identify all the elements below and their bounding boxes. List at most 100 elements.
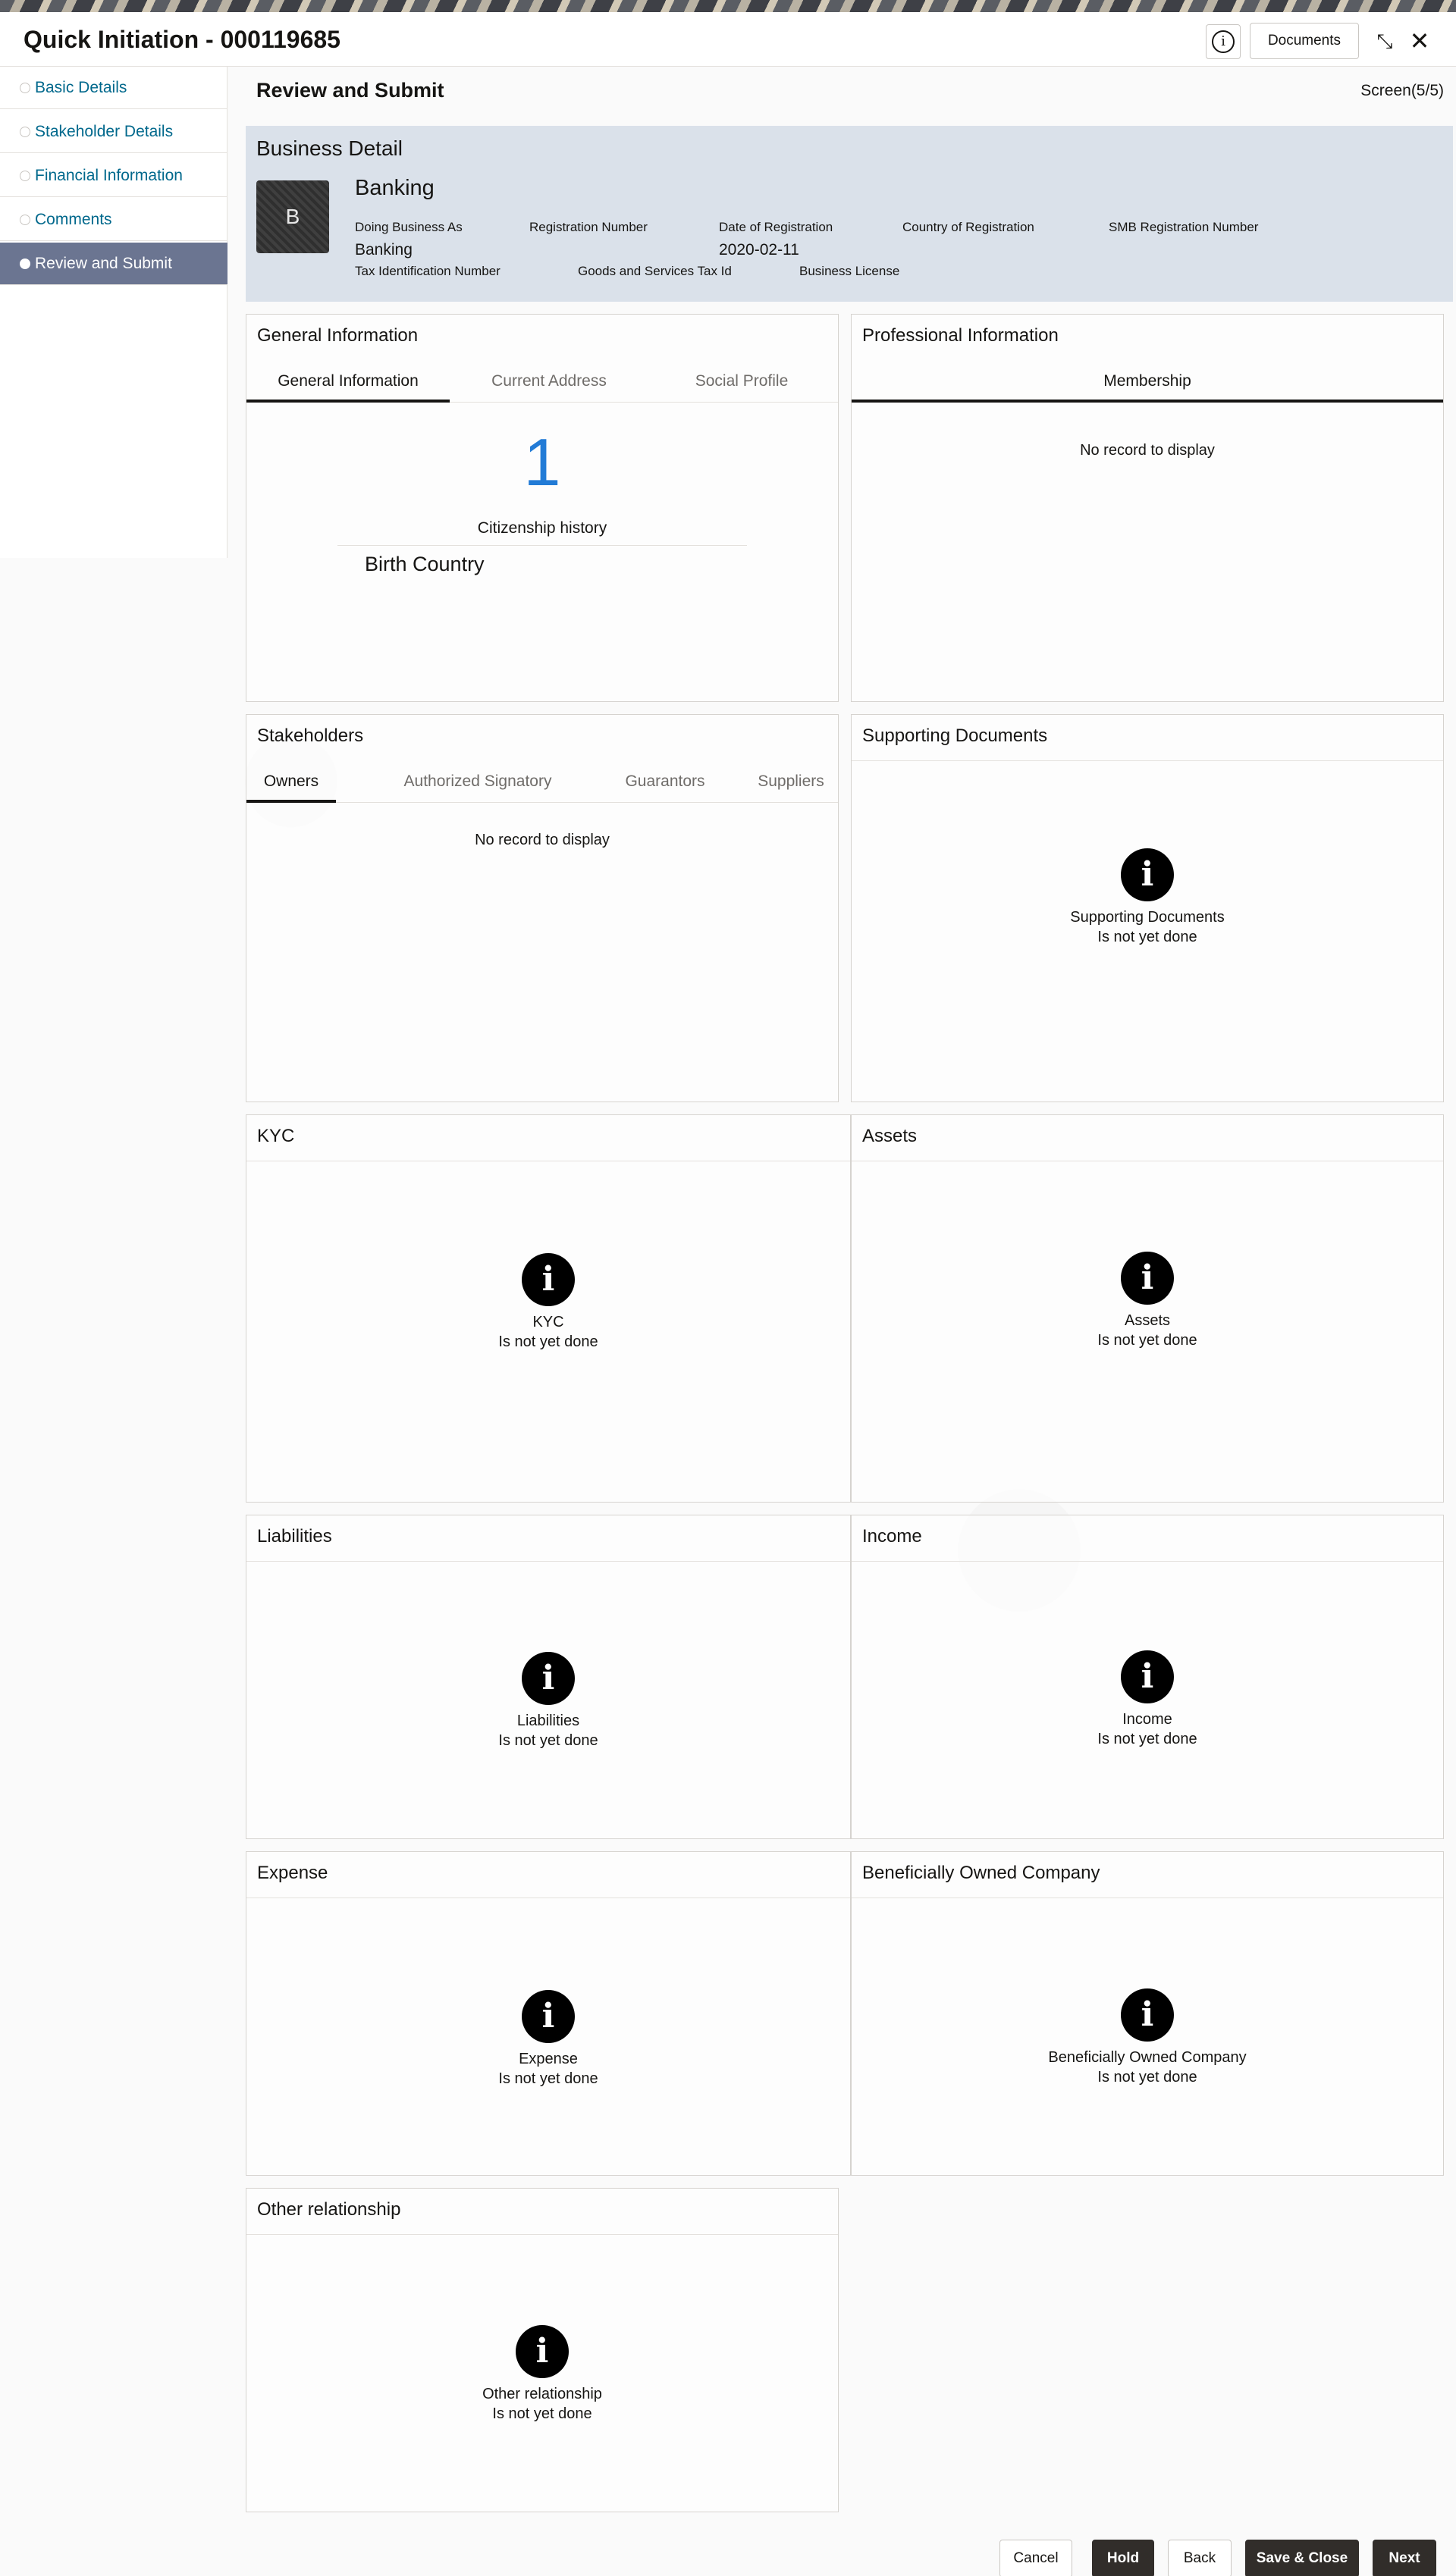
save-and-close-button[interactable]: Save & Close — [1245, 2540, 1359, 2576]
card-title: Professional Information — [862, 325, 1059, 346]
beneficially-owned-company-card: Beneficially Owned Company i Beneficiall… — [851, 1851, 1444, 2176]
tab-guarantors[interactable]: Guarantors — [588, 760, 742, 803]
empty-state: i Beneficially Owned Company Is not yet … — [852, 1988, 1443, 2087]
supporting-documents-card: Supporting Documents i Supporting Docume… — [851, 714, 1444, 1102]
card-title: Other relationship — [257, 2199, 401, 2220]
empty-state-status: Is not yet done — [1097, 1332, 1197, 1349]
card-title: KYC — [257, 1126, 295, 1146]
sidebar-item-stakeholder-details[interactable]: Stakeholder Details — [0, 111, 228, 153]
tab-authorized-signatory[interactable]: Authorized Signatory — [368, 760, 588, 803]
sidebar-item-comments[interactable]: Comments — [0, 199, 228, 241]
liabilities-card: Liabilities i Liabilities Is not yet don… — [246, 1515, 851, 1839]
citizenship-history-label: Citizenship history — [477, 519, 607, 537]
label-goods-and-services-tax-id: Goods and Services Tax Id — [578, 264, 732, 278]
info-icon: i — [1121, 848, 1174, 901]
label-tax-identification-number: Tax Identification Number — [355, 264, 500, 278]
tab-social-profile[interactable]: Social Profile — [647, 360, 836, 403]
card-title: Income — [862, 1526, 922, 1547]
business-detail-heading: Business Detail — [256, 136, 403, 160]
label-business-license: Business License — [799, 264, 900, 278]
other-relationship-card: Other relationship i Other relationship … — [246, 2188, 839, 2512]
page-title: Review and Submit — [256, 79, 444, 102]
card-title: Assets — [862, 1126, 918, 1146]
general-information-card: General Information General Information … — [246, 314, 839, 702]
label-doing-business-as: Doing Business As — [355, 220, 463, 234]
info-icon: i — [522, 1990, 575, 2043]
no-record-message: No record to display — [1080, 442, 1215, 459]
window-title: Quick Initiation - 000119685 — [24, 26, 340, 53]
top-banner-strip — [0, 0, 1456, 12]
step-dot-icon — [20, 170, 30, 181]
step-dot-icon — [20, 214, 30, 225]
card-title: Stakeholders — [257, 725, 364, 746]
kyc-card: KYC i KYC Is not yet done — [246, 1114, 851, 1503]
empty-state-section: KYC — [532, 1314, 564, 1330]
divider — [852, 760, 1443, 761]
tab-current-address[interactable]: Current Address — [453, 360, 645, 403]
sidebar-item-label: Review and Submit — [35, 254, 172, 272]
info-button[interactable]: i — [1206, 24, 1241, 59]
birth-country-label: Birth Country — [365, 553, 485, 575]
value-date-of-registration: 2020-02-11 — [719, 241, 799, 259]
info-icon: i — [1121, 1650, 1174, 1703]
value-doing-business-as: Banking — [355, 241, 413, 259]
empty-state: i Other relationship Is not yet done — [246, 2325, 838, 2424]
collapse-icon[interactable]: ⤡ — [1370, 26, 1400, 56]
card-title: General Information — [257, 325, 419, 346]
divider — [246, 1561, 850, 1562]
info-icon: i — [1212, 30, 1235, 53]
empty-state-section: Liabilities — [516, 1713, 580, 1729]
empty-state-status: Is not yet done — [492, 2405, 592, 2422]
stakeholders-tabs: Owners Authorized Signatory Guarantors S… — [246, 760, 838, 803]
step-dot-icon — [20, 82, 30, 93]
sidebar-item-label: Financial Information — [35, 166, 183, 184]
divider — [246, 2234, 838, 2235]
cancel-button[interactable]: Cancel — [999, 2540, 1072, 2576]
tab-owners[interactable]: Owners — [246, 760, 336, 803]
footer-action-bar: Cancel Hold Back Save & Close Next — [0, 2527, 1456, 2576]
sidebar-item-basic-details[interactable]: Basic Details — [0, 67, 228, 109]
tab-membership[interactable]: Membership — [852, 360, 1443, 403]
label-date-of-registration: Date of Registration — [719, 220, 833, 234]
next-button[interactable]: Next — [1373, 2540, 1436, 2576]
empty-state: i Expense Is not yet done — [246, 1990, 850, 2089]
hold-button[interactable]: Hold — [1092, 2540, 1154, 2576]
label-country-of-registration: Country of Registration — [902, 220, 1034, 234]
info-icon: i — [522, 1253, 575, 1306]
business-detail-panel: Business Detail B Banking Doing Business… — [246, 126, 1453, 302]
window-header: Quick Initiation - 000119685 i Documents… — [0, 12, 1456, 67]
empty-state-status: Is not yet done — [1097, 929, 1197, 945]
empty-state: i Income Is not yet done — [852, 1650, 1443, 1749]
business-name: Banking — [355, 176, 435, 200]
empty-state-section: Assets — [1124, 1312, 1171, 1329]
empty-state: i KYC Is not yet done — [246, 1253, 850, 1352]
empty-state-section: Other relationship — [482, 2386, 602, 2402]
close-icon[interactable]: ✕ — [1404, 26, 1435, 56]
step-dot-icon — [20, 258, 30, 269]
label-smb-registration-number: SMB Registration Number — [1109, 220, 1259, 234]
citizenship-count[interactable]: 1 — [246, 428, 838, 497]
sidebar-item-financial-information[interactable]: Financial Information — [0, 155, 228, 197]
empty-state-section: Beneficially Owned Company — [1048, 2049, 1247, 2066]
empty-state-section: Expense — [519, 2051, 578, 2067]
documents-button[interactable]: Documents — [1250, 23, 1359, 59]
info-icon: i — [516, 2325, 569, 2378]
avatar: B — [256, 180, 329, 253]
card-title: Liabilities — [257, 1526, 332, 1547]
step-dot-icon — [20, 126, 30, 137]
tab-suppliers[interactable]: Suppliers — [742, 760, 839, 803]
income-card: Income i Income Is not yet done — [851, 1515, 1444, 1839]
back-button[interactable]: Back — [1168, 2540, 1232, 2576]
sidebar-item-label: Stakeholder Details — [35, 122, 174, 140]
info-icon: i — [522, 1652, 575, 1705]
sidebar-item-review-and-submit[interactable]: Review and Submit — [0, 243, 228, 285]
tab-general-information[interactable]: General Information — [246, 360, 450, 403]
empty-state: i Liabilities Is not yet done — [246, 1652, 850, 1750]
info-icon: i — [1121, 1252, 1174, 1305]
empty-state: i Supporting Documents Is not yet done — [852, 848, 1443, 947]
divider — [852, 1561, 1443, 1562]
empty-state-status: Is not yet done — [498, 2070, 598, 2087]
empty-state: i Assets Is not yet done — [852, 1252, 1443, 1350]
professional-information-card: Professional Information Membership No r… — [851, 314, 1444, 702]
quick-initiation-window: Quick Initiation - 000119685 i Documents… — [0, 12, 1456, 2576]
